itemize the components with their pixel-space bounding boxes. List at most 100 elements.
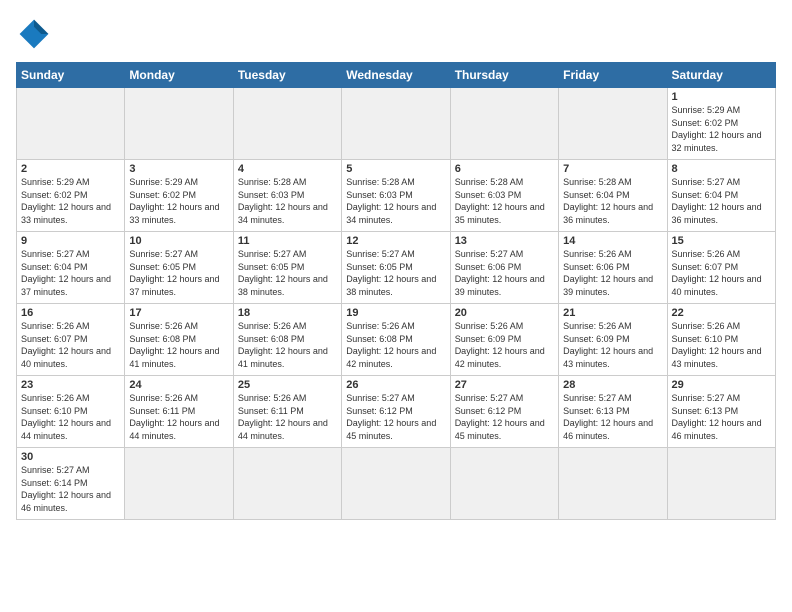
logo	[16, 16, 56, 52]
calendar-body: 1Sunrise: 5:29 AMSunset: 6:02 PMDaylight…	[17, 88, 776, 520]
calendar-cell-12: 12Sunrise: 5:27 AMSunset: 6:05 PMDayligh…	[342, 232, 450, 304]
calendar-cell-empty	[342, 448, 450, 520]
day-info: Sunrise: 5:27 AMSunset: 6:13 PMDaylight:…	[672, 392, 771, 442]
calendar-cell-1: 1Sunrise: 5:29 AMSunset: 6:02 PMDaylight…	[667, 88, 775, 160]
weekday-header-saturday: Saturday	[667, 63, 775, 88]
calendar-cell-28: 28Sunrise: 5:27 AMSunset: 6:13 PMDayligh…	[559, 376, 667, 448]
day-number: 12	[346, 235, 445, 247]
day-info: Sunrise: 5:28 AMSunset: 6:03 PMDaylight:…	[455, 176, 554, 226]
header	[16, 16, 776, 52]
day-info: Sunrise: 5:26 AMSunset: 6:08 PMDaylight:…	[129, 320, 228, 370]
calendar-cell-21: 21Sunrise: 5:26 AMSunset: 6:09 PMDayligh…	[559, 304, 667, 376]
day-number: 23	[21, 379, 120, 391]
day-info: Sunrise: 5:27 AMSunset: 6:05 PMDaylight:…	[129, 248, 228, 298]
calendar-cell-9: 9Sunrise: 5:27 AMSunset: 6:04 PMDaylight…	[17, 232, 125, 304]
day-info: Sunrise: 5:27 AMSunset: 6:04 PMDaylight:…	[672, 176, 771, 226]
calendar-table: SundayMondayTuesdayWednesdayThursdayFrid…	[16, 62, 776, 520]
day-number: 19	[346, 307, 445, 319]
day-info: Sunrise: 5:26 AMSunset: 6:09 PMDaylight:…	[455, 320, 554, 370]
page: SundayMondayTuesdayWednesdayThursdayFrid…	[0, 0, 792, 612]
calendar-cell-27: 27Sunrise: 5:27 AMSunset: 6:12 PMDayligh…	[450, 376, 558, 448]
calendar-cell-16: 16Sunrise: 5:26 AMSunset: 6:07 PMDayligh…	[17, 304, 125, 376]
day-info: Sunrise: 5:26 AMSunset: 6:08 PMDaylight:…	[238, 320, 337, 370]
day-number: 22	[672, 307, 771, 319]
day-number: 8	[672, 163, 771, 175]
day-number: 6	[455, 163, 554, 175]
day-number: 24	[129, 379, 228, 391]
calendar-cell-6: 6Sunrise: 5:28 AMSunset: 6:03 PMDaylight…	[450, 160, 558, 232]
day-info: Sunrise: 5:26 AMSunset: 6:10 PMDaylight:…	[21, 392, 120, 442]
calendar-cell-15: 15Sunrise: 5:26 AMSunset: 6:07 PMDayligh…	[667, 232, 775, 304]
day-number: 1	[672, 91, 771, 103]
day-info: Sunrise: 5:29 AMSunset: 6:02 PMDaylight:…	[21, 176, 120, 226]
calendar-cell-5: 5Sunrise: 5:28 AMSunset: 6:03 PMDaylight…	[342, 160, 450, 232]
day-info: Sunrise: 5:27 AMSunset: 6:04 PMDaylight:…	[21, 248, 120, 298]
calendar-header: SundayMondayTuesdayWednesdayThursdayFrid…	[17, 63, 776, 88]
day-number: 26	[346, 379, 445, 391]
day-info: Sunrise: 5:28 AMSunset: 6:03 PMDaylight:…	[238, 176, 337, 226]
calendar-cell-empty	[450, 88, 558, 160]
calendar-cell-25: 25Sunrise: 5:26 AMSunset: 6:11 PMDayligh…	[233, 376, 341, 448]
calendar-week-4: 23Sunrise: 5:26 AMSunset: 6:10 PMDayligh…	[17, 376, 776, 448]
day-number: 3	[129, 163, 228, 175]
calendar-week-0: 1Sunrise: 5:29 AMSunset: 6:02 PMDaylight…	[17, 88, 776, 160]
day-info: Sunrise: 5:27 AMSunset: 6:12 PMDaylight:…	[346, 392, 445, 442]
day-number: 25	[238, 379, 337, 391]
calendar-cell-11: 11Sunrise: 5:27 AMSunset: 6:05 PMDayligh…	[233, 232, 341, 304]
calendar-cell-24: 24Sunrise: 5:26 AMSunset: 6:11 PMDayligh…	[125, 376, 233, 448]
day-number: 27	[455, 379, 554, 391]
day-info: Sunrise: 5:27 AMSunset: 6:14 PMDaylight:…	[21, 464, 120, 514]
weekday-header-wednesday: Wednesday	[342, 63, 450, 88]
weekday-header-thursday: Thursday	[450, 63, 558, 88]
calendar-cell-30: 30Sunrise: 5:27 AMSunset: 6:14 PMDayligh…	[17, 448, 125, 520]
day-info: Sunrise: 5:26 AMSunset: 6:10 PMDaylight:…	[672, 320, 771, 370]
day-number: 16	[21, 307, 120, 319]
day-info: Sunrise: 5:26 AMSunset: 6:08 PMDaylight:…	[346, 320, 445, 370]
day-info: Sunrise: 5:27 AMSunset: 6:06 PMDaylight:…	[455, 248, 554, 298]
day-info: Sunrise: 5:29 AMSunset: 6:02 PMDaylight:…	[129, 176, 228, 226]
calendar-cell-empty	[450, 448, 558, 520]
day-number: 15	[672, 235, 771, 247]
calendar-cell-19: 19Sunrise: 5:26 AMSunset: 6:08 PMDayligh…	[342, 304, 450, 376]
weekday-header-monday: Monday	[125, 63, 233, 88]
day-info: Sunrise: 5:27 AMSunset: 6:05 PMDaylight:…	[346, 248, 445, 298]
calendar-cell-empty	[559, 88, 667, 160]
day-info: Sunrise: 5:28 AMSunset: 6:04 PMDaylight:…	[563, 176, 662, 226]
calendar-cell-22: 22Sunrise: 5:26 AMSunset: 6:10 PMDayligh…	[667, 304, 775, 376]
calendar-cell-14: 14Sunrise: 5:26 AMSunset: 6:06 PMDayligh…	[559, 232, 667, 304]
calendar-cell-3: 3Sunrise: 5:29 AMSunset: 6:02 PMDaylight…	[125, 160, 233, 232]
calendar-cell-2: 2Sunrise: 5:29 AMSunset: 6:02 PMDaylight…	[17, 160, 125, 232]
calendar-cell-empty	[667, 448, 775, 520]
calendar-cell-empty	[125, 448, 233, 520]
day-number: 29	[672, 379, 771, 391]
weekday-row: SundayMondayTuesdayWednesdayThursdayFrid…	[17, 63, 776, 88]
weekday-header-tuesday: Tuesday	[233, 63, 341, 88]
day-number: 20	[455, 307, 554, 319]
calendar-cell-empty	[233, 88, 341, 160]
day-info: Sunrise: 5:26 AMSunset: 6:09 PMDaylight:…	[563, 320, 662, 370]
calendar-cell-29: 29Sunrise: 5:27 AMSunset: 6:13 PMDayligh…	[667, 376, 775, 448]
day-number: 2	[21, 163, 120, 175]
logo-icon	[16, 16, 52, 52]
day-number: 9	[21, 235, 120, 247]
calendar-cell-7: 7Sunrise: 5:28 AMSunset: 6:04 PMDaylight…	[559, 160, 667, 232]
calendar-cell-26: 26Sunrise: 5:27 AMSunset: 6:12 PMDayligh…	[342, 376, 450, 448]
calendar-cell-empty	[125, 88, 233, 160]
day-number: 5	[346, 163, 445, 175]
calendar-cell-empty	[233, 448, 341, 520]
day-info: Sunrise: 5:26 AMSunset: 6:11 PMDaylight:…	[238, 392, 337, 442]
day-number: 17	[129, 307, 228, 319]
day-number: 10	[129, 235, 228, 247]
day-info: Sunrise: 5:29 AMSunset: 6:02 PMDaylight:…	[672, 104, 771, 154]
calendar-week-3: 16Sunrise: 5:26 AMSunset: 6:07 PMDayligh…	[17, 304, 776, 376]
calendar-week-2: 9Sunrise: 5:27 AMSunset: 6:04 PMDaylight…	[17, 232, 776, 304]
day-info: Sunrise: 5:28 AMSunset: 6:03 PMDaylight:…	[346, 176, 445, 226]
day-number: 11	[238, 235, 337, 247]
calendar-cell-23: 23Sunrise: 5:26 AMSunset: 6:10 PMDayligh…	[17, 376, 125, 448]
day-info: Sunrise: 5:26 AMSunset: 6:06 PMDaylight:…	[563, 248, 662, 298]
day-number: 14	[563, 235, 662, 247]
weekday-header-sunday: Sunday	[17, 63, 125, 88]
day-info: Sunrise: 5:26 AMSunset: 6:07 PMDaylight:…	[21, 320, 120, 370]
calendar-cell-20: 20Sunrise: 5:26 AMSunset: 6:09 PMDayligh…	[450, 304, 558, 376]
day-number: 21	[563, 307, 662, 319]
